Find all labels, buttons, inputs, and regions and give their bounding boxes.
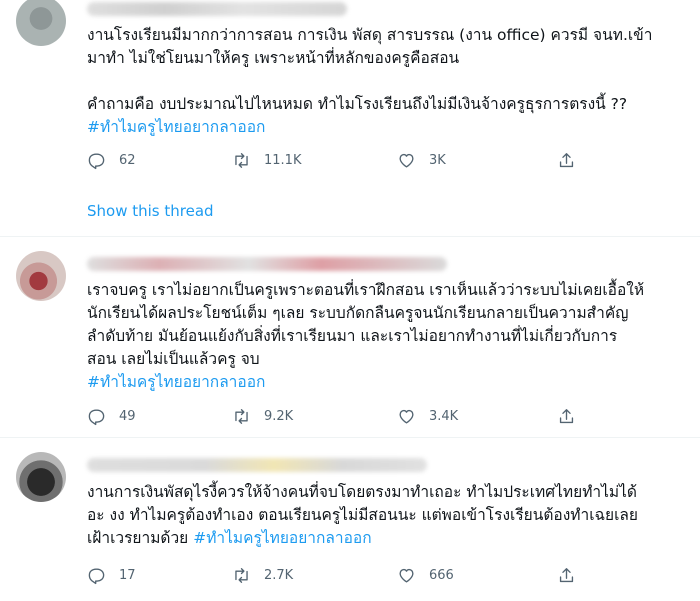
like-count: 666 — [429, 567, 454, 583]
retweet-count: 2.7K — [264, 567, 294, 583]
tweet-3[interactable]: งานการเงินพัสดุไรงี้ควรให้จ้างคนที่จบโดย… — [0, 438, 700, 601]
retweet-icon — [235, 567, 248, 583]
reply-count: 17 — [119, 567, 136, 583]
avatar[interactable] — [16, 452, 66, 502]
tweet-text: เราจบครู เราไม่อยากเป็นครูเพราะตอนที่เรา… — [87, 281, 645, 368]
retweet-count: 9.2K — [264, 408, 294, 424]
tweet-actions: 62 11.1K 3K — [87, 150, 574, 170]
reply-icon — [88, 408, 105, 425]
reply-count: 49 — [119, 408, 136, 424]
tweet-2[interactable]: เราจบครู เราไม่อยากเป็นครูเพราะตอนที่เรา… — [0, 237, 700, 437]
reply-icon — [88, 567, 105, 584]
heart-icon — [399, 409, 414, 424]
share-button[interactable] — [557, 406, 576, 426]
tweet-text: งานการเงินพัสดุไรงี้ควรให้จ้างคนที่จบโดย… — [87, 483, 639, 547]
tweet-actions: 49 9.2K 3.4K — [87, 406, 574, 426]
heart-icon — [399, 568, 414, 583]
tweet-1[interactable]: งานโรงเรียนมีมากกว่าการสอน การเงิน พัสดุ… — [0, 0, 700, 236]
retweet-icon — [235, 408, 248, 424]
reply-icon — [88, 152, 105, 169]
heart-icon — [399, 153, 414, 168]
avatar[interactable] — [16, 0, 66, 46]
like-button[interactable]: 666 — [397, 565, 454, 585]
reply-count: 62 — [119, 152, 136, 168]
share-button[interactable] — [557, 565, 576, 585]
reply-button[interactable]: 17 — [87, 565, 136, 585]
like-count: 3K — [429, 152, 446, 168]
avatar[interactable] — [16, 251, 66, 301]
share-icon — [559, 408, 574, 423]
show-thread-link[interactable]: Show this thread — [87, 202, 214, 220]
blurred-username[interactable] — [87, 458, 427, 472]
like-button[interactable]: 3.4K — [397, 406, 458, 426]
tweet-text: งานโรงเรียนมีมากกว่าการสอน การเงิน พัสดุ… — [87, 26, 653, 113]
share-icon — [559, 152, 574, 167]
retweet-button[interactable]: 2.7K — [232, 565, 293, 585]
retweet-button[interactable]: 9.2K — [232, 406, 293, 426]
hashtag-link[interactable]: #ทำไมครูไทยอยากลาออก — [193, 529, 371, 547]
tweet-actions: 17 2.7K 666 — [87, 565, 574, 585]
share-icon — [559, 567, 574, 582]
retweet-count: 11.1K — [264, 152, 302, 168]
blurred-username[interactable] — [87, 2, 347, 16]
reply-button[interactable]: 49 — [87, 406, 136, 426]
reply-button[interactable]: 62 — [87, 150, 136, 170]
hashtag-link[interactable]: #ทำไมครูไทยอยากลาออก — [87, 116, 265, 139]
retweet-icon — [235, 152, 248, 168]
like-button[interactable]: 3K — [397, 150, 446, 170]
share-button[interactable] — [557, 150, 576, 170]
retweet-button[interactable]: 11.1K — [232, 150, 301, 170]
like-count: 3.4K — [429, 408, 459, 424]
blurred-username[interactable] — [87, 257, 447, 271]
hashtag-link[interactable]: #ทำไมครูไทยอยากลาออก — [87, 371, 265, 394]
